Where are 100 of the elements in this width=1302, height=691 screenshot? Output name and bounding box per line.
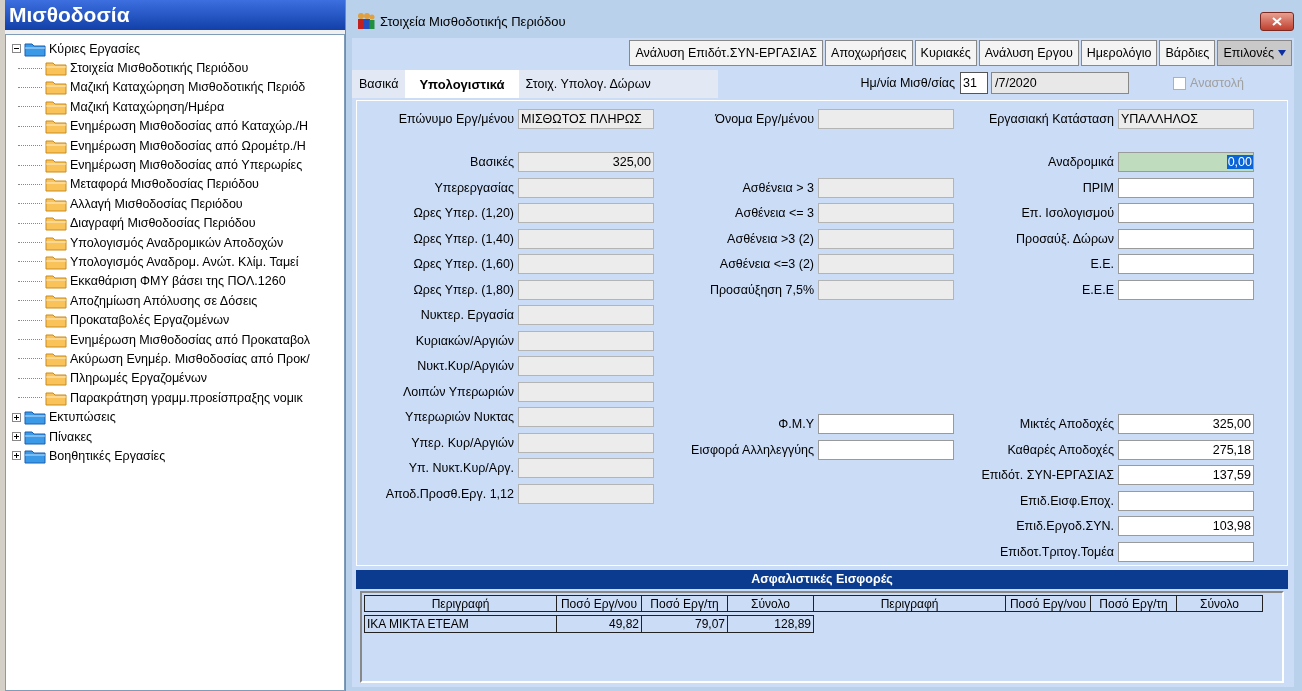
tree-item[interactable]: Εκτυπώσεις xyxy=(49,410,116,425)
tab[interactable]: Στοιχ. Υπολογ. Δώρων xyxy=(518,70,658,98)
input-field[interactable] xyxy=(518,177,654,198)
input-field[interactable] xyxy=(818,228,954,249)
field-label: Εισφορά Αλληλεγγύης xyxy=(691,442,814,457)
input-field[interactable]: 325,00 xyxy=(518,152,654,173)
close-icon xyxy=(1272,16,1282,26)
input-field[interactable] xyxy=(518,458,654,479)
section-title: Ασφαλιστικές Εισφορές xyxy=(356,570,1288,589)
input-field[interactable] xyxy=(518,203,654,224)
input-field[interactable] xyxy=(1118,490,1254,511)
tree-item[interactable]: Υπολογισμός Αναδρομ. Ανώτ. Κλίμ. Ταμεί xyxy=(70,255,299,269)
tree-item[interactable]: Προκαταβολές Εργαζομένων xyxy=(70,313,230,328)
input-field[interactable] xyxy=(818,203,954,224)
collapse-icon[interactable] xyxy=(12,44,21,54)
folder-icon xyxy=(45,331,67,348)
column-header: Περιγραφή xyxy=(364,595,557,612)
folder-icon xyxy=(24,409,46,426)
people-icon xyxy=(356,12,376,30)
folder-icon xyxy=(24,447,46,464)
field-label: Προσαύξηση 7,5% xyxy=(709,282,814,297)
tree-item[interactable]: Στοιχεία Μισθοδοτικής Περιόδου xyxy=(70,61,249,76)
input-field[interactable] xyxy=(818,254,954,275)
toolbar-button[interactable]: Αποχωρήσεις xyxy=(825,40,913,66)
input-field[interactable]: 325,00 xyxy=(1118,414,1254,435)
tree-item[interactable]: Ακύρωση Ενημέρ. Μισθοδοσίας από Προκ/ xyxy=(70,351,310,366)
input-field[interactable] xyxy=(818,414,954,435)
toolbar-button[interactable]: Ανάλυση Εργου xyxy=(978,40,1079,66)
field-label: Αναδρομικά xyxy=(1048,155,1114,170)
column-header: Σύνολο xyxy=(727,595,814,612)
input-field[interactable] xyxy=(518,279,654,300)
input-field[interactable] xyxy=(1118,254,1254,275)
input-field[interactable] xyxy=(818,108,954,129)
input-field[interactable] xyxy=(518,228,654,249)
tree-item[interactable]: Παρακράτηση γραμμ.προείσπραξης νομικ xyxy=(70,390,303,405)
toolbar-button[interactable]: Βάρδιες xyxy=(1159,40,1216,66)
input-field[interactable]: 103,98 xyxy=(1118,516,1254,537)
input-field[interactable] xyxy=(518,381,654,402)
tree-item[interactable]: Μεταφορά Μισθοδοσίας Περιόδου xyxy=(70,177,259,192)
tree-item[interactable]: Μαζική Καταχώρηση/Ημέρα xyxy=(70,99,225,114)
expand-icon[interactable] xyxy=(12,412,21,422)
field-label: Μικτές Αποδοχές xyxy=(1019,417,1114,432)
day-field[interactable]: 31 xyxy=(960,72,988,94)
input-field[interactable] xyxy=(1118,279,1254,300)
month-year-field[interactable]: /7/2020 xyxy=(991,72,1129,94)
tree-item[interactable]: Ενημέρωση Μισθοδοσίας από Ωρομέτρ./Η xyxy=(70,138,306,153)
expand-icon[interactable] xyxy=(12,432,21,441)
column-header: Περιγραφή xyxy=(813,595,1006,612)
options-menu-button[interactable]: Επιλονές xyxy=(1217,40,1292,66)
input-field[interactable] xyxy=(518,305,654,326)
input-field[interactable] xyxy=(518,407,654,428)
tree-item[interactable]: Ενημέρωση Μισθοδοσίας από Καταχώρ./Η xyxy=(70,119,308,134)
tree-item[interactable]: Διαγραφή Μισθοδοσίας Περιόδου xyxy=(70,216,256,231)
input-field[interactable]: 137,59 xyxy=(1118,465,1254,486)
field-label: Ασθένεια <= 3 xyxy=(735,206,814,221)
tree-item[interactable]: Αλλαγή Μισθοδοσίας Περιόδου xyxy=(70,196,243,211)
tree-item[interactable]: Πληρωμές Εργαζομένων xyxy=(70,371,207,386)
input-field[interactable] xyxy=(518,432,654,453)
input-field[interactable] xyxy=(1118,177,1254,198)
input-field[interactable] xyxy=(818,177,954,198)
tab[interactable]: Βασικά xyxy=(352,70,406,98)
input-field[interactable]: ΜΙΣΘΩΤΟΣ ΠΛΗΡΩΣ xyxy=(518,108,654,129)
field-label: Επιδ.Εισφ.Εποχ. xyxy=(1020,493,1114,508)
input-field[interactable] xyxy=(1118,228,1254,249)
toolbar-button[interactable]: Κυριακές xyxy=(914,40,977,66)
input-field[interactable] xyxy=(1118,541,1254,562)
input-field[interactable] xyxy=(518,483,654,504)
input-field[interactable] xyxy=(518,330,654,351)
input-field[interactable] xyxy=(818,439,954,460)
date-label: Ημ/νία Μισθ/σίας xyxy=(860,76,955,90)
folder-icon xyxy=(45,98,67,115)
input-field[interactable]: 275,18 xyxy=(1118,439,1254,460)
tree-item[interactable]: Εκκαθάριση ΦΜΥ βάσει της ΠΟΛ.1260 xyxy=(70,274,286,289)
input-field[interactable] xyxy=(518,356,654,377)
field-label: Βασικές xyxy=(470,155,514,170)
tree-item[interactable]: Ενημέρωση Μισθοδοσίας από Προκαταβολ xyxy=(70,332,311,347)
field-label: Κυριακών/Αργιών xyxy=(415,333,514,348)
input-field[interactable] xyxy=(818,279,954,300)
tree-item[interactable]: Υπολογισμός Αναδρομικών Αποδοχών xyxy=(70,235,284,250)
tree-item[interactable]: Ενημέρωση Μισθοδοσίας από Υπερωρίες xyxy=(70,158,303,173)
close-button[interactable] xyxy=(1260,11,1294,31)
tree-item[interactable]: Μαζική Καταχώρηση Μισθοδοτικής Περιόδ xyxy=(70,80,306,95)
input-field[interactable]: 0,00 xyxy=(1118,152,1254,173)
toolbar-button[interactable]: Ημερολόγιο xyxy=(1080,40,1158,66)
folder-icon xyxy=(45,292,67,309)
tree-item[interactable]: Κύριες Εργασίες xyxy=(49,41,141,56)
toolbar-button[interactable]: Ανάλυση Επιδότ.ΣΥΝ-ΕΡΓΑΣΙΑΣ xyxy=(629,40,824,66)
input-field[interactable] xyxy=(518,254,654,275)
field-label: Υπ. Νυκτ.Κυρ/Αργ. xyxy=(408,461,514,476)
tree-item[interactable]: Αποζημίωση Απόλυσης σε Δόσεις xyxy=(70,293,258,308)
folder-icon xyxy=(45,157,67,174)
field-label: Ωρες Υπερ. (1,20) xyxy=(413,206,514,221)
input-field[interactable] xyxy=(1118,203,1254,224)
folder-icon xyxy=(45,370,67,387)
expand-icon[interactable] xyxy=(12,451,21,461)
field-label: Επιδότ. ΣΥΝ-ΕΡΓΑΣΙΑΣ xyxy=(981,468,1114,483)
tab[interactable]: Υπολογιστικά xyxy=(405,70,519,98)
tree-item[interactable]: Πίνακες xyxy=(49,429,93,444)
input-field[interactable]: ΥΠΑΛΛΗΛΟΣ xyxy=(1118,108,1254,129)
tree-item[interactable]: Βοηθητικές Εργασίες xyxy=(49,448,166,463)
